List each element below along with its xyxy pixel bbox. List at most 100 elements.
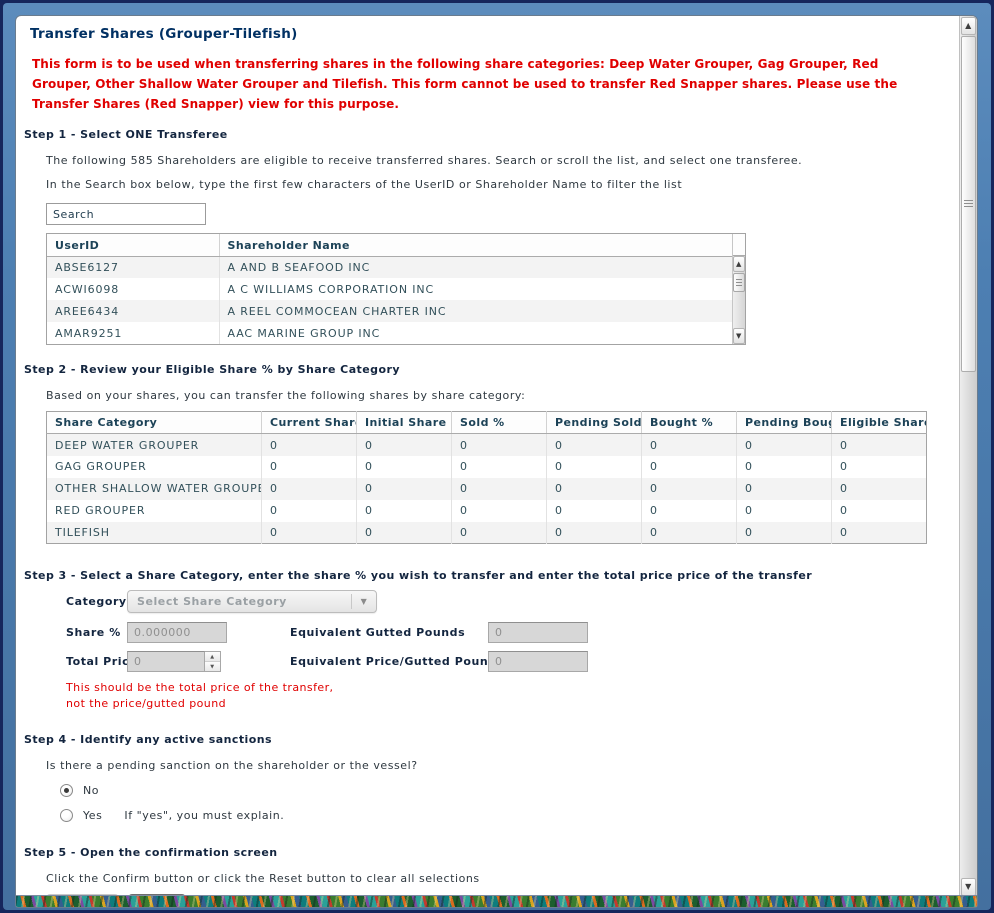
chevron-down-icon[interactable]: ▼ <box>352 597 376 606</box>
table-cell: 0 <box>840 526 848 540</box>
warning-text: This form is to be used when transferrin… <box>32 57 898 111</box>
transferee-scrollbar[interactable]: ▲ ▼ <box>733 256 745 345</box>
table-row[interactable]: ACWI6098 A C WILLIAMS CORPORATION INC <box>47 278 733 301</box>
equivalent-price-input[interactable] <box>488 651 588 673</box>
coral-reef-strip <box>16 895 977 907</box>
column-header-pending-bought: Pending Bought % <box>736 411 832 435</box>
step1-heading: Step 1 - Select ONE Transferee <box>24 128 228 142</box>
equivalent-gutted-pounds-input[interactable] <box>488 622 588 644</box>
table-cell: 0 <box>736 433 832 456</box>
spinner-down-icon[interactable]: ▼ <box>205 662 220 672</box>
sanction-question: Is there a pending sanction on the share… <box>46 759 418 773</box>
total-price-spinner: ▲ ▼ <box>205 651 221 673</box>
step3-heading: Step 3 - Select a Share Category, enter … <box>24 569 813 583</box>
scrollbar-thumb[interactable] <box>733 273 745 293</box>
sanction-yes-label: Yes <box>83 809 103 823</box>
step2-heading: Step 2 - Review your Eligible Share % by… <box>24 363 400 377</box>
table-row: RED GROUPER 0 0 0 0 0 0 0 <box>46 499 927 522</box>
table-cell: 0 <box>546 477 642 500</box>
table-cell: 0 <box>261 521 357 544</box>
app-window: Transfer Shares (Grouper-Tilefish) This … <box>15 15 978 908</box>
scrollbar-header-cap <box>733 234 745 257</box>
total-price-label: Total Price $ <box>66 655 150 669</box>
table-cell[interactable]: A AND B SEAFOOD INC <box>219 256 732 278</box>
table-cell: 0 <box>840 482 848 496</box>
column-header-initial-share: Initial Share % <box>356 411 452 435</box>
category-label: Category <box>66 595 127 609</box>
app-frame: Transfer Shares (Grouper-Tilefish) This … <box>0 0 994 913</box>
table-cell: 0 <box>356 499 452 522</box>
table-cell: 0 <box>546 455 642 478</box>
main-scroll-up-icon[interactable]: ▲ <box>961 17 976 35</box>
table-cell: 0 <box>840 504 848 518</box>
step1-instruction-2: In the Search box below, type the first … <box>46 178 683 192</box>
table-cell: 0 <box>356 433 452 456</box>
column-header-share-category: Share Category <box>46 411 262 435</box>
table-row[interactable]: AMAR9251 AAC MARINE GROUP INC <box>47 322 733 345</box>
table-cell[interactable]: ACWI6098 <box>47 278 220 301</box>
table-cell: 0 <box>736 521 832 544</box>
table-cell[interactable]: AAC MARINE GROUP INC <box>219 322 732 344</box>
table-row: TILEFISH 0 0 0 0 0 0 0 <box>46 521 927 544</box>
table-cell: 0 <box>641 499 737 522</box>
table-cell[interactable]: AREE6434 <box>47 300 220 323</box>
main-thumb-grip <box>964 200 973 208</box>
table-cell: 0 <box>641 455 737 478</box>
table-cell: 0 <box>546 521 642 544</box>
form-content: Transfer Shares (Grouper-Tilefish) This … <box>16 16 959 895</box>
column-header-pending-sold: Pending Sold % <box>546 411 642 435</box>
scroll-up-icon[interactable]: ▲ <box>733 256 745 273</box>
table-cell: 0 <box>546 433 642 456</box>
transferee-scrollbar-column: ▲ ▼ <box>732 234 745 345</box>
share-percent-input[interactable] <box>127 622 227 644</box>
main-scrollbar[interactable]: ▲ ▼ <box>959 16 977 897</box>
table-row[interactable]: ABSE6127 A AND B SEAFOOD INC <box>47 256 733 279</box>
share-percent-label: Share % <box>66 626 121 640</box>
table-cell[interactable]: AMAR9251 <box>47 322 220 345</box>
table-cell: 0 <box>356 521 452 544</box>
table-row[interactable]: AREE6434 A REEL COMMOCEAN CHARTER INC <box>47 300 733 323</box>
page-title: Transfer Shares (Grouper-Tilefish) <box>30 26 298 42</box>
total-price-note: This should be the total price of the tr… <box>66 681 334 711</box>
main-scroll-down-icon[interactable]: ▼ <box>961 878 976 896</box>
sanction-radio-no[interactable] <box>60 784 73 798</box>
sanction-radio-yes[interactable] <box>60 809 73 823</box>
table-cell: RED GROUPER <box>46 499 262 522</box>
total-price-input[interactable] <box>127 651 205 673</box>
table-cell: 0 <box>261 455 357 478</box>
column-header-shareholder-name[interactable]: Shareholder Name <box>219 234 733 257</box>
category-select[interactable]: Select Share Category ▼ <box>127 590 377 614</box>
window-border: Transfer Shares (Grouper-Tilefish) This … <box>3 3 991 910</box>
table-cell: 0 <box>840 460 848 474</box>
table-cell[interactable]: A REEL COMMOCEAN CHARTER INC <box>219 300 732 322</box>
table-cell[interactable]: ABSE6127 <box>47 256 220 279</box>
table-cell: GAG GROUPER <box>46 455 262 478</box>
search-input[interactable] <box>46 203 206 226</box>
share-category-table: Share Category Current Share % Initial S… <box>46 411 927 545</box>
table-cell: 0 <box>736 455 832 478</box>
equivalent-gutted-pounds-label: Equivalent Gutted Pounds <box>290 626 466 640</box>
table-cell: DEEP WATER GROUPER <box>46 433 262 456</box>
table-row: DEEP WATER GROUPER 0 0 0 0 0 0 0 <box>46 433 927 456</box>
transferee-listbox: UserID Shareholder Name ABSE6127 A AND B … <box>46 233 746 346</box>
step5-instruction: Click the Confirm button or click the Re… <box>46 872 480 886</box>
table-cell: 0 <box>451 455 547 478</box>
thumb-grip <box>736 278 742 287</box>
table-cell: OTHER SHALLOW WATER GROUPER <box>46 477 262 500</box>
step2-instruction: Based on your shares, you can transfer t… <box>46 389 526 403</box>
column-header-userid[interactable]: UserID <box>47 234 220 257</box>
table-cell: 0 <box>451 521 547 544</box>
table-cell: 0 <box>451 499 547 522</box>
table-row: OTHER SHALLOW WATER GROUPER 0 0 0 0 0 0 0 <box>46 477 927 500</box>
category-select-value: Select Share Category <box>137 595 287 609</box>
main-scrollbar-thumb[interactable] <box>961 36 976 372</box>
step4-heading: Step 4 - Identify any active sanctions <box>24 733 272 747</box>
table-cell[interactable]: A C WILLIAMS CORPORATION INC <box>219 278 732 300</box>
sanction-yes-note: If "yes", you must explain. <box>124 809 285 823</box>
spinner-up-icon[interactable]: ▲ <box>205 652 220 663</box>
table-cell: 0 <box>451 433 547 456</box>
equivalent-price-label: Equivalent Price/Gutted Pound $ <box>290 655 510 669</box>
step5-heading: Step 5 - Open the confirmation screen <box>24 846 278 860</box>
scroll-down-icon[interactable]: ▼ <box>733 328 745 345</box>
table-cell: 0 <box>546 499 642 522</box>
